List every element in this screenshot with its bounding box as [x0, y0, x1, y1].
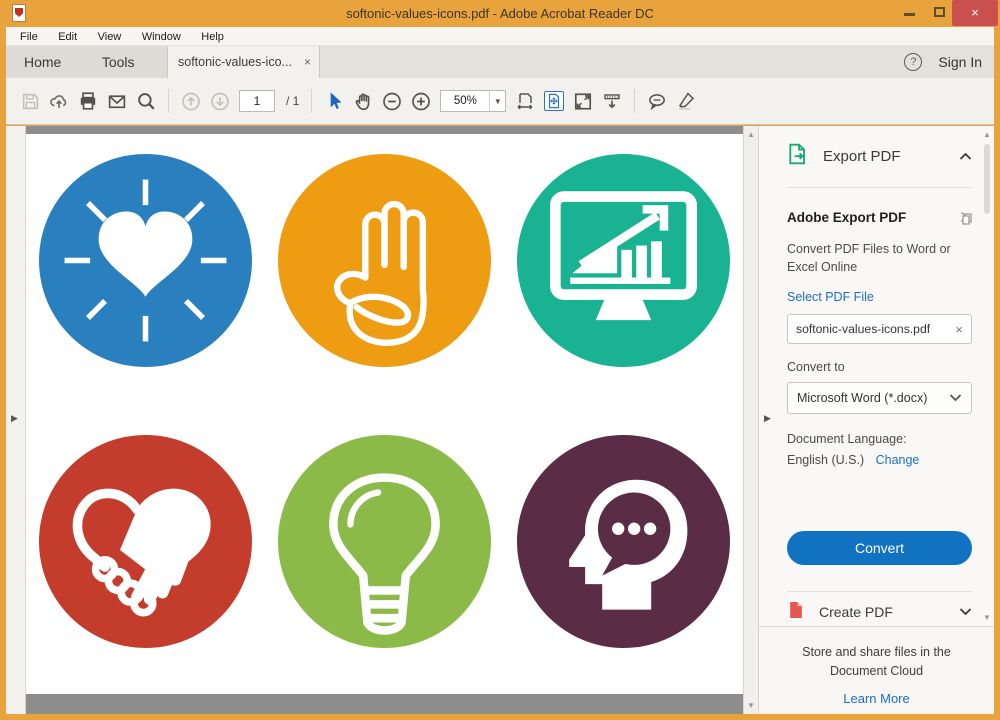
scroll-up-icon[interactable]: ▲	[747, 130, 755, 139]
document-viewport: ▲ ▼	[26, 126, 758, 714]
export-pdf-label: Export PDF	[823, 148, 959, 165]
page-total-label: / 1	[286, 94, 299, 108]
lightbulb-icon	[278, 435, 491, 648]
menu-window[interactable]: Window	[134, 28, 189, 47]
document-language-value: English (U.S.)	[787, 453, 864, 467]
scroll-up-icon[interactable]: ▲	[983, 130, 991, 139]
email-icon[interactable]	[107, 91, 127, 111]
zoom-in-icon[interactable]	[411, 91, 431, 111]
chevron-up-icon	[959, 148, 972, 166]
zoom-out-icon[interactable]	[382, 91, 402, 111]
window-title: softonic-values-icons.pdf - Adobe Acroba…	[0, 0, 1000, 27]
tab-document[interactable]: softonic-values-ico... ×	[168, 46, 320, 78]
toolbar-divider	[634, 89, 635, 113]
menu-edit[interactable]: Edit	[50, 28, 85, 47]
help-icon[interactable]: ?	[904, 53, 922, 71]
learn-more-link[interactable]: Learn More	[843, 691, 909, 706]
comment-icon[interactable]	[647, 91, 667, 111]
print-icon[interactable]	[78, 91, 98, 111]
page-number-input[interactable]	[239, 90, 275, 112]
chevron-down-icon	[949, 389, 962, 407]
select-tool-icon[interactable]	[324, 91, 344, 111]
acrobat-window: softonic-values-icons.pdf - Adobe Acroba…	[0, 0, 1000, 720]
upload-cloud-icon[interactable]	[49, 91, 69, 111]
zoom-level-value: 50%	[441, 95, 489, 107]
format-dropdown-value: Microsoft Word (*.docx)	[797, 391, 949, 405]
minimize-icon	[904, 13, 915, 16]
next-page-icon[interactable]	[210, 91, 230, 111]
values-icon-grid	[26, 134, 743, 648]
create-pdf-label: Create PDF	[819, 604, 959, 620]
tab-close-icon[interactable]: ×	[304, 46, 311, 78]
change-language-link[interactable]: Change	[876, 453, 920, 467]
chevron-down-icon	[959, 603, 972, 621]
menu-help[interactable]: Help	[193, 28, 232, 47]
scrollbar-thumb[interactable]	[984, 144, 990, 214]
title-bar: softonic-values-icons.pdf - Adobe Acroba…	[0, 0, 1000, 27]
sidebar-scrollbar[interactable]: ▲ ▼	[981, 128, 993, 624]
growth-monitor-icon	[517, 154, 730, 367]
handshake-heart-icon	[39, 435, 252, 648]
scroll-down-icon[interactable]: ▼	[983, 613, 991, 622]
menu-file[interactable]: File	[12, 28, 46, 47]
page-scrolling-icon[interactable]	[602, 91, 622, 111]
collapse-tools-pane-icon[interactable]: ▶	[764, 413, 771, 424]
fullscreen-icon[interactable]	[573, 91, 593, 111]
maximize-icon	[934, 7, 945, 17]
tools-sidebar: ▶ Export PDF Adobe Export PDF	[758, 126, 994, 714]
navigation-pane-strip[interactable]: ▶	[6, 126, 26, 714]
close-button[interactable]: ×	[952, 0, 998, 26]
selected-file-box[interactable]: softonic-values-icons.pdf ×	[787, 314, 972, 344]
scout-salute-icon	[278, 154, 491, 367]
sign-in-button[interactable]: Sign In	[938, 54, 982, 70]
export-pdf-panel-header[interactable]: Export PDF	[787, 126, 972, 188]
convert-button[interactable]: Convert	[787, 531, 972, 565]
toolbar-divider	[168, 89, 169, 113]
search-icon[interactable]	[136, 91, 156, 111]
app-tabs: Home Tools	[6, 46, 168, 78]
document-language-label: Document Language:	[787, 432, 972, 446]
document-scrollbar[interactable]: ▲ ▼	[743, 126, 758, 714]
convert-to-label: Convert to	[787, 360, 972, 374]
toolbar-divider	[311, 89, 312, 113]
highlight-icon[interactable]	[676, 91, 696, 111]
copy-pages-icon	[956, 210, 972, 231]
main-area: ▶	[6, 126, 994, 714]
format-dropdown[interactable]: Microsoft Word (*.docx)	[787, 382, 972, 414]
thinking-head-icon	[517, 435, 730, 648]
fit-page-icon[interactable]	[544, 91, 564, 111]
remove-file-icon[interactable]: ×	[955, 322, 963, 337]
toolbar: / 1 50% ▼	[6, 78, 994, 125]
chevron-down-icon: ▼	[489, 91, 505, 111]
create-pdf-icon	[787, 601, 805, 624]
pdf-page	[26, 134, 743, 694]
maximize-button[interactable]	[926, 0, 954, 26]
footer-text-line2: Document Cloud	[759, 662, 994, 681]
select-pdf-file-link[interactable]: Select PDF File	[787, 290, 972, 304]
adobe-export-pdf-heading: Adobe Export PDF	[787, 210, 956, 225]
document-cloud-footer: Store and share files in the Document Cl…	[759, 626, 994, 714]
hand-tool-icon[interactable]	[353, 91, 373, 111]
save-icon[interactable]	[20, 91, 40, 111]
tab-tools[interactable]: Tools	[84, 46, 153, 78]
fit-width-icon[interactable]	[515, 91, 535, 111]
scroll-down-icon[interactable]: ▼	[747, 701, 755, 710]
menu-bar: File Edit View Window Help	[6, 27, 994, 46]
previous-page-icon[interactable]	[181, 91, 201, 111]
minimize-button[interactable]	[896, 0, 924, 26]
document-tab-label: softonic-values-ico...	[178, 55, 292, 69]
tab-bar: Home Tools softonic-values-ico... × ? Si…	[6, 46, 994, 78]
menu-view[interactable]: View	[90, 28, 130, 47]
footer-text-line1: Store and share files in the	[759, 643, 994, 662]
export-description: Convert PDF Files to Word or Excel Onlin…	[787, 240, 972, 276]
tab-home[interactable]: Home	[6, 46, 79, 78]
shining-heart-icon	[39, 154, 252, 367]
zoom-level-select[interactable]: 50% ▼	[440, 90, 506, 112]
selected-file-name: softonic-values-icons.pdf	[796, 322, 951, 336]
export-pdf-icon	[787, 143, 809, 170]
expand-nav-pane-icon[interactable]: ▶	[11, 413, 18, 424]
